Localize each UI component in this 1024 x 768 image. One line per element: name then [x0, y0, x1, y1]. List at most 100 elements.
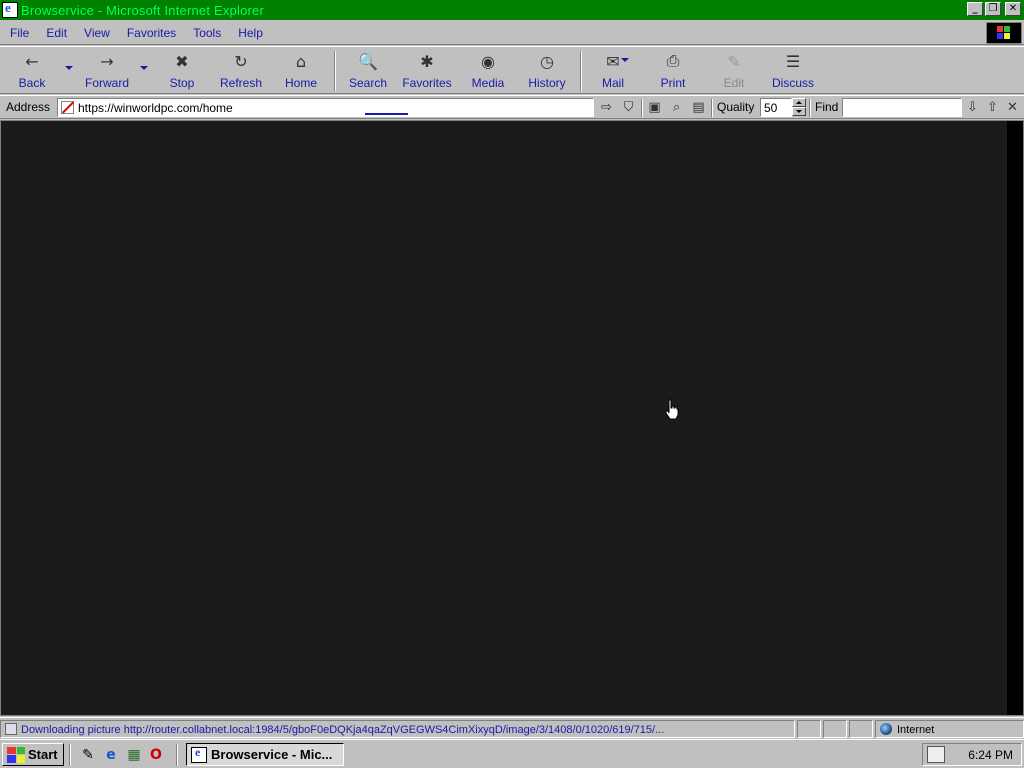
- refresh-icon: ↻: [234, 51, 248, 71]
- address-separator: [711, 99, 713, 117]
- security-zone-pane[interactable]: Internet: [875, 720, 1024, 738]
- back-label: Back: [18, 76, 46, 90]
- find-label: Find: [815, 100, 839, 114]
- menu-edit[interactable]: Edit: [36, 26, 74, 40]
- history-button[interactable]: ◷ History: [523, 50, 571, 92]
- menu-file[interactable]: File: [0, 26, 36, 40]
- mail-dropdown-icon[interactable]: [621, 58, 629, 62]
- status-message-pane: Downloading picture http://router.collab…: [0, 720, 795, 738]
- ql-edit-icon[interactable]: ✎: [79, 746, 97, 764]
- favorites-label: Favorites: [402, 76, 452, 90]
- taskbar-separator: [69, 744, 71, 766]
- ie-app-icon[interactable]: [2, 0, 18, 18]
- restore-button[interactable]: ❐: [985, 2, 1001, 16]
- clipboard-icon[interactable]: ▤: [690, 99, 707, 116]
- edit-icon: ✎: [727, 51, 741, 71]
- address-url[interactable]: https://winworldpc.com/home: [78, 101, 233, 115]
- toolbar-separator: [580, 51, 582, 91]
- mail-button[interactable]: ✉ Mail: [598, 50, 628, 92]
- media-label: Media: [471, 76, 505, 90]
- load-progress-indicator: [365, 113, 408, 115]
- back-arrow-icon: ←: [25, 51, 39, 71]
- home-button[interactable]: ⌂ Home: [285, 50, 317, 92]
- title-bar[interactable]: Browservice - Microsoft Internet Explore…: [0, 0, 1024, 20]
- standard-toolbar: ← Back → Forward ✖ Stop ↻ Refresh ⌂ Home…: [0, 46, 1024, 94]
- status-pane-empty: [823, 720, 847, 738]
- forward-label: Forward: [84, 76, 129, 90]
- taskbar-window-button[interactable]: Browservice - Mic...: [186, 743, 344, 766]
- windows-logo-icon: [986, 22, 1022, 44]
- save-page-icon[interactable]: ▣: [646, 99, 663, 116]
- forward-arrow-icon: →: [100, 51, 114, 71]
- discuss-icon: ☰: [785, 51, 801, 71]
- close-button[interactable]: ✕: [1005, 2, 1021, 16]
- address-input[interactable]: https://winworldpc.com/home: [57, 98, 594, 117]
- status-bar: Downloading picture http://router.collab…: [0, 717, 1024, 738]
- ie-window-icon: [191, 745, 207, 763]
- address-bar: Address https://winworldpc.com/home ⇨ ⛉ …: [0, 95, 1024, 119]
- home-label: Home: [285, 76, 318, 90]
- address-separator: [809, 99, 811, 117]
- go-arrow-icon[interactable]: ⇨: [598, 99, 615, 116]
- system-tray: 6:24 PM: [922, 743, 1022, 766]
- edit-button[interactable]: ✎ Edit: [719, 50, 749, 92]
- menu-help[interactable]: Help: [228, 26, 270, 40]
- refresh-label: Refresh: [219, 76, 263, 90]
- start-button[interactable]: Start: [2, 743, 64, 766]
- address-label: Address: [6, 100, 51, 114]
- tray-clock[interactable]: 6:24 PM: [968, 748, 1013, 762]
- stop-icon: ✖: [175, 51, 189, 71]
- find-next-icon[interactable]: ⇩: [964, 99, 981, 116]
- quality-label: Quality: [717, 100, 755, 114]
- media-button[interactable]: ◉ Media: [469, 50, 507, 92]
- stop-button[interactable]: ✖ Stop: [167, 50, 197, 92]
- back-dropdown-icon[interactable]: [65, 66, 73, 70]
- quality-down-button[interactable]: [792, 107, 806, 116]
- find-binoculars-icon[interactable]: ⌕: [668, 99, 685, 116]
- mail-label: Mail: [601, 76, 624, 90]
- history-label: History: [528, 76, 566, 90]
- refresh-button[interactable]: ↻ Refresh: [218, 50, 264, 92]
- discuss-button[interactable]: ☰ Discuss: [769, 50, 817, 92]
- search-button[interactable]: 🔍 Search: [347, 50, 389, 92]
- edit-label: Edit: [723, 76, 745, 90]
- find-close-icon[interactable]: ✕: [1004, 99, 1021, 116]
- menu-bar: File Edit View Favorites Tools Help: [0, 21, 1024, 45]
- history-icon: ◷: [540, 51, 554, 71]
- bookmark-icon[interactable]: ⛉: [620, 99, 637, 116]
- content-right-edge: [1007, 121, 1023, 715]
- print-button[interactable]: ⎙ Print: [657, 50, 689, 92]
- search-icon: 🔍: [358, 51, 378, 71]
- favorites-button[interactable]: ✱ Favorites: [399, 50, 455, 92]
- media-icon: ◉: [481, 51, 495, 71]
- minimize-button[interactable]: _: [967, 2, 983, 16]
- forward-button[interactable]: → Forward: [82, 50, 132, 92]
- menu-tools[interactable]: Tools: [183, 26, 228, 40]
- mail-icon: ✉: [606, 51, 620, 71]
- ql-opera-icon[interactable]: O: [147, 746, 165, 764]
- windows-start-icon: [7, 746, 25, 763]
- menu-favorites[interactable]: Favorites: [117, 26, 183, 40]
- find-previous-icon[interactable]: ⇧: [984, 99, 1001, 116]
- quality-input[interactable]: 50: [760, 98, 792, 117]
- forward-dropdown-icon[interactable]: [140, 66, 148, 70]
- search-label: Search: [348, 76, 388, 90]
- start-label: Start: [28, 747, 58, 762]
- ql-desktop-icon[interactable]: ▦: [125, 746, 143, 764]
- back-button[interactable]: ← Back: [18, 50, 46, 92]
- discuss-label: Discuss: [771, 76, 814, 90]
- internet-globe-icon: [880, 723, 892, 735]
- stop-label: Stop: [169, 76, 195, 90]
- taskbar-separator: [176, 744, 178, 766]
- ql-ie-icon[interactable]: e: [102, 746, 120, 764]
- quality-spinner[interactable]: [792, 98, 806, 117]
- find-input[interactable]: [842, 98, 962, 117]
- menu-view[interactable]: View: [74, 26, 117, 40]
- tray-scheduler-icon[interactable]: [927, 746, 945, 763]
- hand-cursor-icon: [665, 399, 679, 420]
- printer-icon: ⎙: [666, 51, 680, 70]
- page-content-area[interactable]: [0, 120, 1024, 716]
- insecure-page-icon: [61, 101, 74, 114]
- address-separator: [641, 99, 643, 117]
- quality-up-button[interactable]: [792, 98, 806, 107]
